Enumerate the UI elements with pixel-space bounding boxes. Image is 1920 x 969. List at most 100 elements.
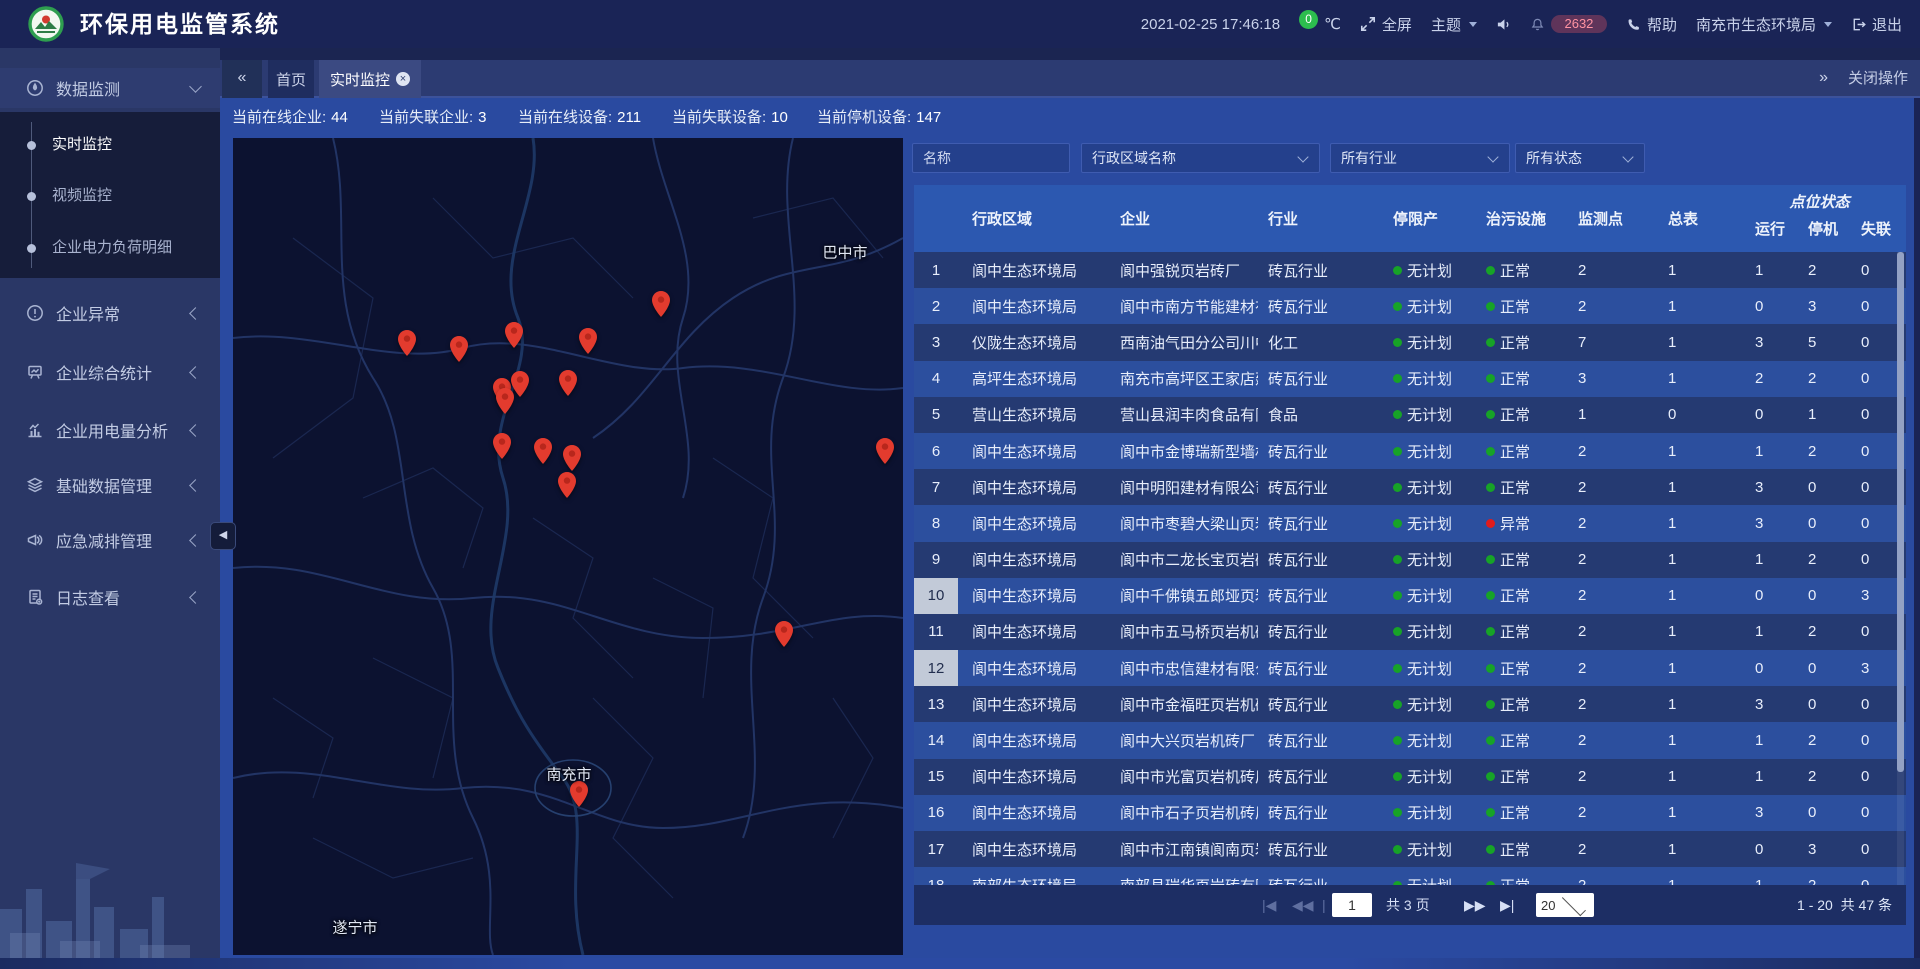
map-marker-pin[interactable] [570,781,588,807]
sidebar-item-emission-reduction[interactable]: 应急减排管理 [0,520,220,560]
org-dropdown[interactable]: 南充市生态环境局 [1696,14,1832,35]
map-marker-pin[interactable] [493,433,511,459]
app-logo-icon [28,6,64,42]
sidebar-item-enterprise-abnormal[interactable]: 企业异常 [0,293,220,333]
sidebar-item-enterprise-statistics[interactable]: 企业综合统计 [0,352,220,392]
table-row[interactable]: 4 高坪生态环境局 南充市高坪区王家店建 砖瓦行业 无计划 正常 3 1 2 2… [914,361,1906,397]
map-marker-pin[interactable] [505,322,523,348]
table-row[interactable]: 5 营山生态环境局 营山县润丰肉食品有限 食品 无计划 正常 1 0 0 1 0 [914,397,1906,433]
map-marker-pin[interactable] [496,388,514,414]
range-total-label: 1 - 20 共 47 条 [1797,885,1892,925]
first-page-icon[interactable]: |◀ [1262,885,1276,925]
sidebar-item-power-analysis[interactable]: 企业用电量分析 [0,410,220,450]
cell-index: 13 [914,686,958,722]
status-dot [1486,808,1495,817]
table-row[interactable]: 15 阆中生态环境局 阆中市光富页岩机砖厂 砖瓦行业 无计划 正常 2 1 1 … [914,759,1906,795]
table-row[interactable]: 12 阆中生态环境局 阆中市忠信建材有限公 砖瓦行业 无计划 正常 2 1 0 … [914,650,1906,686]
bell-icon [1530,17,1545,32]
table-row[interactable]: 11 阆中生态环境局 阆中市五马桥页岩机砖 砖瓦行业 无计划 正常 2 1 1 … [914,614,1906,650]
tab-home[interactable]: 首页 [268,60,314,98]
name-filter-input[interactable] [913,150,1069,166]
sidebar-item-video-monitor[interactable]: 视频监控 [52,181,112,211]
sidebar-item-basic-data[interactable]: 基础数据管理 [0,465,220,505]
table-row[interactable]: 6 阆中生态环境局 阆中市金博瑞新型墙材 砖瓦行业 无计划 正常 2 1 1 2… [914,433,1906,469]
theme-dropdown[interactable]: 主题 [1431,14,1477,35]
fullscreen-button[interactable]: 全屏 [1360,14,1412,35]
name-filter-field[interactable] [912,143,1070,173]
cell-run: 3 [1733,505,1793,541]
tabs-scroll-left-button[interactable]: « [222,60,262,98]
table-row[interactable]: 17 阆中生态环境局 阆中市江南镇阆南页岩 砖瓦行业 无计划 正常 2 1 0 … [914,831,1906,867]
close-operations-button[interactable]: 关闭操作 [1848,60,1908,98]
page-number-input[interactable] [1332,893,1372,917]
last-page-icon[interactable]: ▶| [1500,885,1514,925]
help-button[interactable]: 帮助 [1626,14,1677,35]
map-marker-pin[interactable] [652,291,670,317]
panel-collapse-button[interactable]: ◀ [210,522,236,550]
cell-limit-status: 无计划 [1383,288,1473,324]
sidebar-item-realtime-monitor[interactable]: 实时监控 [52,130,112,160]
table-row[interactable]: 14 阆中生态环境局 阆中大兴页岩机砖厂 砖瓦行业 无计划 正常 2 1 1 2… [914,722,1906,758]
page-size-select[interactable]: 20 [1536,893,1594,917]
table-row[interactable]: 2 阆中生态环境局 阆中市南方节能建材有 砖瓦行业 无计划 正常 2 1 0 3… [914,288,1906,324]
map-marker-pin[interactable] [876,438,894,464]
cell-limit-status: 无计划 [1383,867,1473,885]
data-monitor-icon [26,79,44,97]
tabs-scroll-right-button[interactable]: » [1819,60,1828,98]
cell-meters: 1 [1643,614,1733,650]
cell-points: 2 [1563,542,1643,578]
map-marker-pin[interactable] [563,445,581,471]
map-marker-pin[interactable] [559,370,577,396]
map-marker-pin[interactable] [450,336,468,362]
cell-industry: 砖瓦行业 [1258,722,1383,758]
status-dot [1393,772,1402,781]
sidebar-item-log-view[interactable]: 日志查看 [0,577,220,617]
map-marker-pin[interactable] [398,330,416,356]
cell-run: 2 [1733,361,1793,397]
table-scrollbar[interactable] [1897,252,1904,885]
table-row[interactable]: 7 阆中生态环境局 阆中明阳建材有限公司 砖瓦行业 无计划 正常 2 1 3 0… [914,469,1906,505]
table-row[interactable]: 16 阆中生态环境局 阆中市石子页岩机砖厂 砖瓦行业 无计划 正常 2 1 3 … [914,795,1906,831]
megaphone-icon [26,531,44,549]
sidebar-item-power-load-detail[interactable]: 企业电力负荷明细 [52,233,172,263]
cell-stop: 2 [1793,614,1848,650]
cell-index: 2 [914,288,958,324]
table-row[interactable]: 3 仪陇生态环境局 西南油气田分公司川中 化工 无计划 正常 7 1 3 5 0 [914,324,1906,360]
cell-industry: 砖瓦行业 [1258,505,1383,541]
cell-region: 阆中生态环境局 [958,650,1108,686]
logout-button[interactable]: 退出 [1851,14,1902,35]
region-filter-select[interactable]: 行政区域名称 [1081,143,1320,173]
prev-page-icon[interactable]: ◀◀ [1292,885,1314,925]
bar-chart-icon [26,421,44,439]
scrollbar-thumb[interactable] [1897,252,1904,772]
status-filter-select[interactable]: 所有状态 [1515,143,1645,173]
cell-points: 2 [1563,831,1643,867]
cell-points: 7 [1563,324,1643,360]
sound-toggle-button[interactable] [1496,17,1511,32]
map-panel[interactable]: 巴中市 南充市 遂宁市 [233,138,903,955]
industry-filter-select[interactable]: 所有行业 [1330,143,1510,173]
table-row[interactable]: 13 阆中生态环境局 阆中市金福旺页岩机砖 砖瓦行业 无计划 正常 2 1 3 … [914,686,1906,722]
table-row[interactable]: 9 阆中生态环境局 阆中市二龙长宝页岩砖 砖瓦行业 无计划 正常 2 1 1 2… [914,542,1906,578]
map-label-city: 南充市 [546,764,591,785]
cell-meters: 1 [1643,288,1733,324]
map-marker-pin[interactable] [579,328,597,354]
next-page-icon[interactable]: ▶▶ [1464,885,1486,925]
tab-realtime-monitor[interactable]: 实时监控 × [319,60,421,98]
pager-separator: | [1322,885,1326,925]
table-row[interactable]: 10 阆中生态环境局 阆中千佛镇五郎垭页岩 砖瓦行业 无计划 正常 2 1 0 … [914,578,1906,614]
col-limit: 停限产 [1383,185,1473,252]
cell-company: 阆中市南方节能建材有 [1108,288,1258,324]
sidebar-item-data-monitoring[interactable]: 数据监测 [0,68,220,108]
notification-area[interactable]: 2632 [1530,15,1607,33]
cell-industry: 砖瓦行业 [1258,578,1383,614]
close-icon[interactable]: × [396,72,410,86]
table-row[interactable]: 8 阆中生态环境局 阆中市枣碧大梁山页岩 砖瓦行业 无计划 异常 2 1 3 0… [914,505,1906,541]
map-marker-pin[interactable] [534,438,552,464]
map-marker-pin[interactable] [775,621,793,647]
status-dot [1486,374,1495,383]
table-row[interactable]: 18 南部生态环境局 南部县瑞华页岩砖有限 砖瓦行业 无计划 正常 2 1 1 … [914,867,1906,885]
table-row[interactable]: 1 阆中生态环境局 阆中强锐页岩砖厂 砖瓦行业 无计划 正常 2 1 1 2 0 [914,252,1906,288]
cell-company: 阆中市光富页岩机砖厂 [1108,759,1258,795]
map-marker-pin[interactable] [558,472,576,498]
